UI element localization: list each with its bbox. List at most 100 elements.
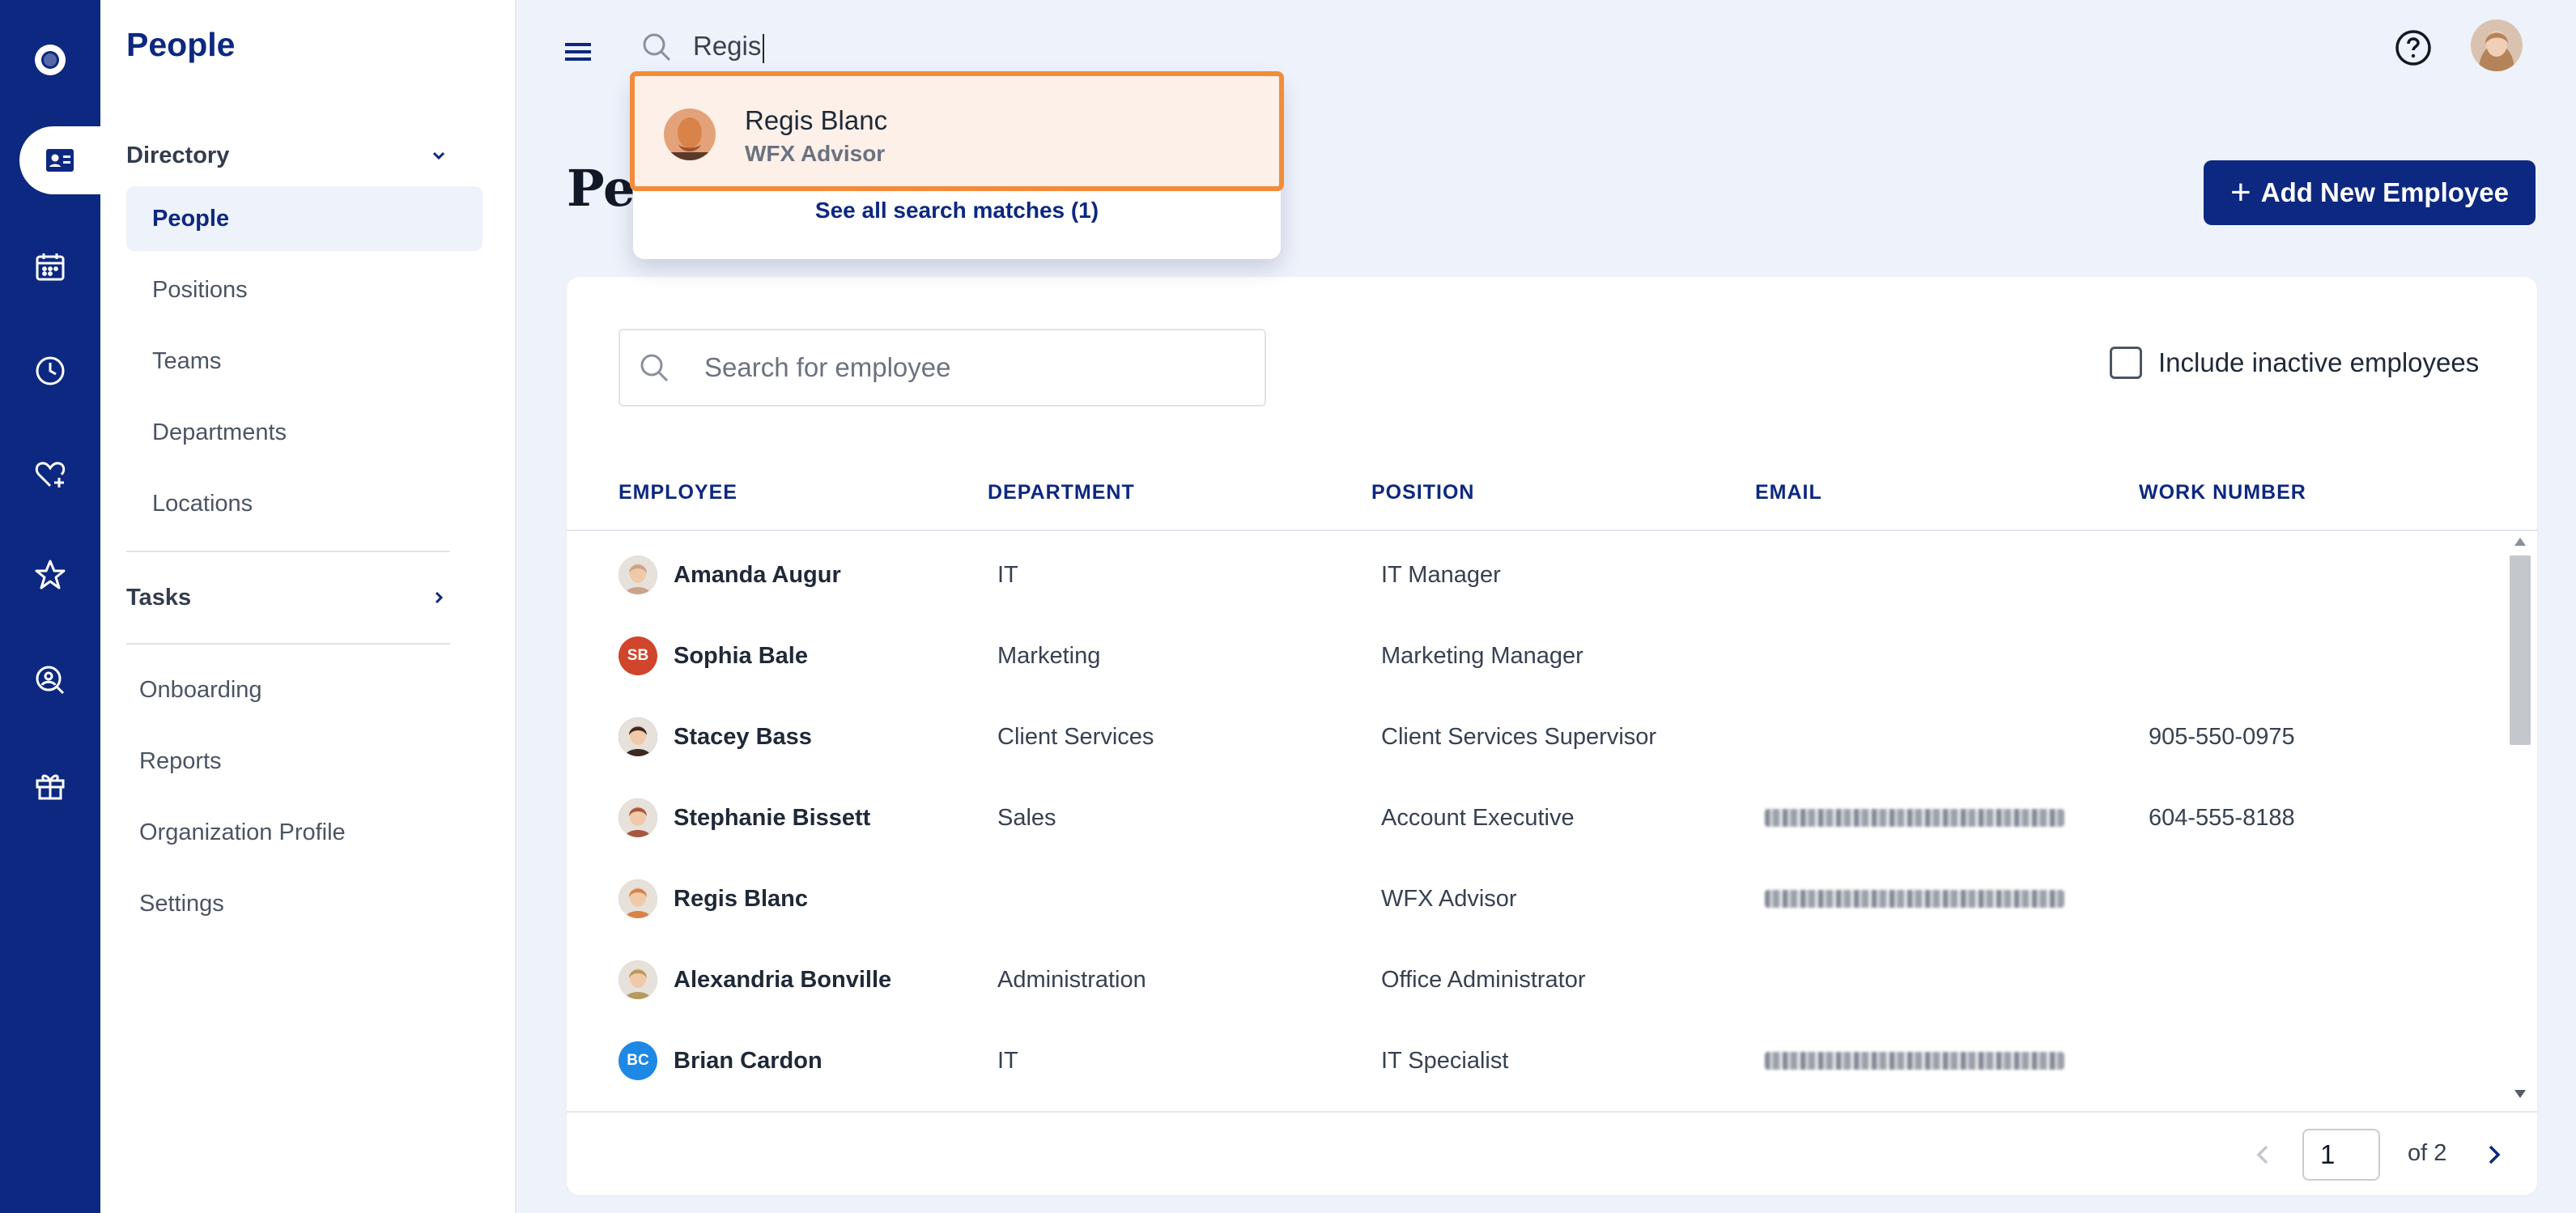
- email-cell: [1765, 858, 2064, 939]
- sidebar-item-people[interactable]: People: [126, 186, 482, 251]
- nav-group-tasks[interactable]: Tasks: [126, 573, 450, 622]
- scroll-up-arrow-icon[interactable]: [2514, 538, 2526, 546]
- search-icon: [643, 33, 671, 62]
- sidebar-item-reports[interactable]: Reports: [139, 737, 222, 785]
- employee-name[interactable]: Sophia Bale: [674, 643, 808, 670]
- column-header-position[interactable]: POSITION: [1371, 481, 1474, 504]
- table-row[interactable]: Stephanie Bissett Sales Account Executive 6…: [567, 777, 2493, 858]
- nav-group-label: Tasks: [126, 584, 192, 611]
- vertical-scrollbar[interactable]: [2508, 534, 2532, 1101]
- redacted-email: [1765, 890, 2064, 908]
- sidebar-item-settings[interactable]: Settings: [139, 879, 224, 928]
- include-inactive-toggle[interactable]: Include inactive employees: [2110, 347, 2479, 379]
- table-row[interactable]: BC Brian Cardon IT IT Specialist: [567, 1020, 2493, 1101]
- position-cell: IT Specialist: [1381, 1047, 1509, 1074]
- employee-cell[interactable]: Amanda Augur: [618, 534, 841, 615]
- scrollbar-thumb[interactable]: [2510, 555, 2531, 745]
- sidenav-title: People: [126, 26, 236, 63]
- chevron-left-icon[interactable]: [2247, 1139, 2280, 1171]
- department-cell: IT: [997, 561, 1018, 588]
- position-cell: IT Manager: [1381, 561, 1501, 588]
- employee-name[interactable]: Amanda Augur: [674, 562, 841, 589]
- divider: [567, 530, 2537, 531]
- column-header-department[interactable]: DEPARTMENT: [988, 481, 1135, 504]
- chevron-down-icon: [432, 151, 445, 160]
- email-cell: [1765, 1020, 2064, 1101]
- calendar-icon[interactable]: [0, 233, 100, 301]
- search-icon: [640, 354, 669, 382]
- email-cell: [1765, 777, 2064, 858]
- employee-name[interactable]: Stacey Bass: [674, 724, 812, 751]
- position-cell: Account Executive: [1381, 804, 1575, 831]
- add-new-employee-button[interactable]: + Add New Employee: [2204, 160, 2536, 225]
- menu-icon[interactable]: [562, 36, 594, 68]
- department-cell: Sales: [997, 804, 1056, 831]
- include-inactive-label: Include inactive employees: [2158, 347, 2480, 377]
- avatar: [618, 960, 657, 999]
- clock-icon[interactable]: [0, 337, 100, 405]
- search-result-item[interactable]: Regis Blanc WFX Advisor: [630, 71, 1284, 191]
- employee-cell[interactable]: Stacey Bass: [618, 696, 812, 777]
- employee-search-input[interactable]: Search for employee: [704, 352, 951, 383]
- employee-cell[interactable]: Alexandria Bonville: [618, 939, 891, 1020]
- avatar: [618, 555, 657, 594]
- global-search[interactable]: Regis: [640, 29, 765, 65]
- table-row[interactable]: Stacey Bass Client Services Client Service…: [567, 696, 2493, 777]
- position-cell: Client Services Supervisor: [1381, 723, 1657, 750]
- heart-plus-icon[interactable]: [0, 441, 100, 509]
- star-icon[interactable]: [0, 541, 100, 609]
- people-table-card: Search for employee Include inactive emp…: [567, 277, 2537, 1195]
- avatar: BC: [618, 1041, 657, 1080]
- department-cell: Administration: [997, 966, 1146, 993]
- sidebar-item-organization-profile[interactable]: Organization Profile: [139, 808, 346, 857]
- search-result-name: Regis Blanc: [745, 105, 888, 135]
- avatar: [618, 798, 657, 837]
- employee-name[interactable]: Regis Blanc: [674, 886, 808, 913]
- chevron-right-icon[interactable]: [2477, 1139, 2510, 1171]
- gift-icon[interactable]: [0, 751, 100, 819]
- employee-cell[interactable]: Stephanie Bissett: [618, 777, 870, 858]
- employee-cell[interactable]: BC Brian Cardon: [618, 1020, 823, 1101]
- app-rail: [0, 0, 100, 1213]
- sidebar-item-positions[interactable]: Positions: [126, 257, 482, 322]
- sidebar-item-departments[interactable]: Departments: [126, 400, 482, 465]
- column-header-work-number[interactable]: WORK NUMBER: [2139, 481, 2306, 504]
- sidebar-item-locations[interactable]: Locations: [126, 471, 482, 536]
- position-cell: Marketing Manager: [1381, 642, 1583, 669]
- employee-cell[interactable]: Regis Blanc: [618, 858, 808, 939]
- logo-icon[interactable]: [0, 26, 100, 94]
- scroll-down-arrow-icon[interactable]: [2514, 1090, 2526, 1098]
- people-card-icon[interactable]: [19, 126, 100, 194]
- employee-name[interactable]: Alexandria Bonville: [674, 967, 891, 994]
- table-row[interactable]: SB Sophia Bale Marketing Marketing Manager: [567, 615, 2493, 696]
- divider: [126, 551, 450, 552]
- sidebar-item-teams[interactable]: Teams: [126, 329, 482, 394]
- chevron-right-icon: [435, 591, 444, 604]
- avatar: [618, 879, 657, 918]
- work-number-cell: 905-550-0975: [2149, 723, 2295, 750]
- page-number-input[interactable]: 1: [2302, 1129, 2380, 1181]
- user-avatar[interactable]: [2471, 19, 2523, 71]
- see-all-matches-link[interactable]: See all search matches (1): [633, 198, 1281, 223]
- person-search-icon[interactable]: [0, 646, 100, 714]
- department-cell: Marketing: [997, 642, 1101, 669]
- global-search-input[interactable]: Regis: [693, 31, 765, 63]
- table-row[interactable]: Alexandria Bonville Administration Office …: [567, 939, 2493, 1020]
- redacted-email: [1765, 809, 2064, 827]
- employee-search[interactable]: Search for employee: [618, 329, 1266, 406]
- avatar: [664, 109, 716, 160]
- employee-name[interactable]: Brian Cardon: [674, 1048, 823, 1075]
- plus-icon: +: [2230, 172, 2251, 212]
- table-row[interactable]: Regis Blanc WFX Advisor: [567, 858, 2493, 939]
- nav-group-directory[interactable]: Directory: [126, 131, 450, 180]
- table-row[interactable]: Amanda Augur IT IT Manager: [567, 534, 2493, 615]
- sidebar-item-onboarding[interactable]: Onboarding: [139, 666, 262, 714]
- help-circle-icon[interactable]: [2393, 28, 2434, 68]
- employee-name[interactable]: Stephanie Bissett: [674, 805, 870, 832]
- column-header-email[interactable]: EMAIL: [1755, 481, 1822, 504]
- department-cell: IT: [997, 1047, 1018, 1074]
- include-inactive-checkbox[interactable]: [2110, 347, 2142, 379]
- column-header-employee[interactable]: EMPLOYEE: [618, 481, 738, 504]
- redacted-email: [1765, 1052, 2064, 1070]
- employee-cell[interactable]: SB Sophia Bale: [618, 615, 808, 696]
